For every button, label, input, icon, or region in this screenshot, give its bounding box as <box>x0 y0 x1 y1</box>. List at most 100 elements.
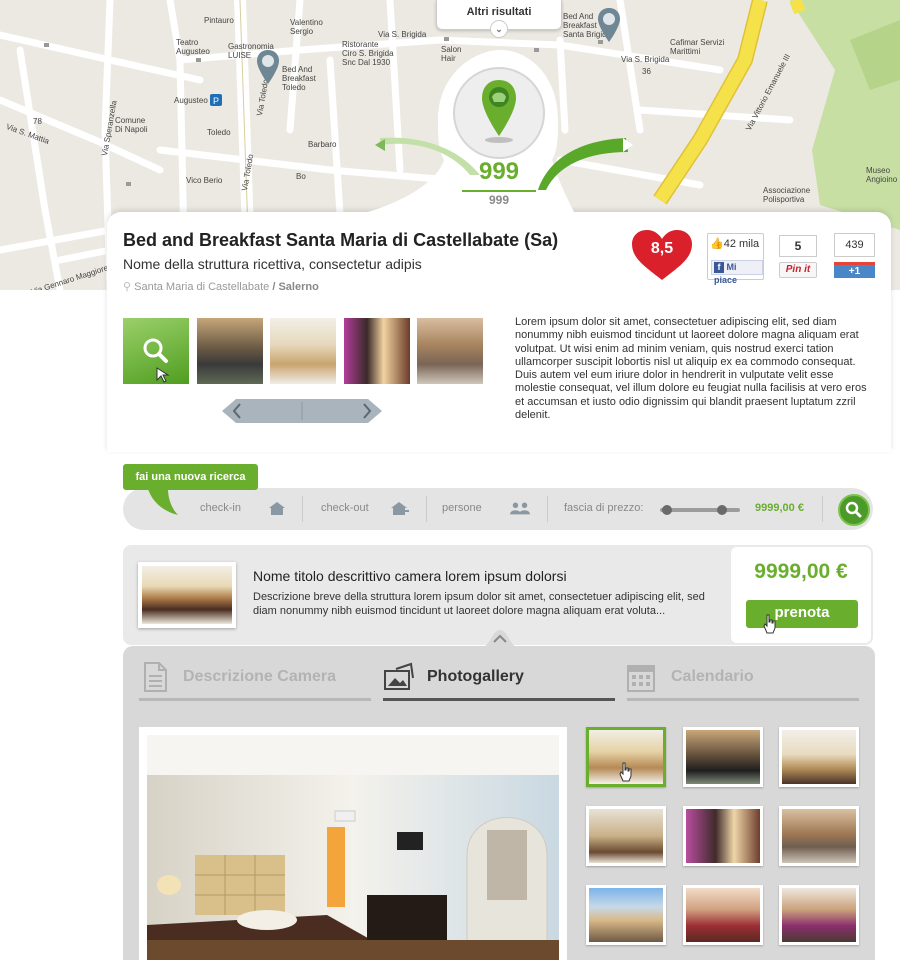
gallery-thumb[interactable] <box>586 885 666 945</box>
more-results-button[interactable]: Altri risultati ⌄ <box>436 0 562 38</box>
tab-underline-active <box>383 698 615 701</box>
facebook-like-count: 42 mila <box>723 238 760 250</box>
map-label: Barbaro <box>308 140 337 149</box>
tab-room-description[interactable]: Descrizione Camera <box>183 668 336 686</box>
map-label: 36 <box>642 67 651 76</box>
property-thumb[interactable] <box>417 318 483 384</box>
results-subcount: 999 <box>462 190 536 208</box>
listing-title: Bed and Breakfast Santa Maria di Castell… <box>123 230 559 250</box>
pinterest-widget[interactable]: 5 Pin it <box>779 235 819 280</box>
google-plus-widget[interactable]: 439 +1 <box>834 233 875 280</box>
next-result-arrow[interactable] <box>538 130 633 190</box>
map-label: Pintauro <box>204 16 234 25</box>
gallery-thumb[interactable] <box>779 806 859 866</box>
facebook-like-button[interactable]: f Mi piace <box>711 260 763 285</box>
search-divider <box>302 496 303 522</box>
listing-subtitle: Nome della struttura ricettiva, consecte… <box>123 256 422 272</box>
map-label: Teatro Augusteo <box>176 38 210 56</box>
gallery-thumb[interactable] <box>779 885 859 945</box>
calendar-icon <box>627 665 655 692</box>
tab-photogallery[interactable]: Photogallery <box>427 668 524 686</box>
price-slider-max-handle[interactable] <box>717 505 727 515</box>
price-range-slider[interactable] <box>660 508 740 512</box>
gallery-main-image <box>147 735 559 960</box>
price-range-value: 9999,00 € <box>755 502 804 514</box>
document-icon <box>144 662 167 692</box>
room-title[interactable]: Nome titolo descrittivo camera lorem ips… <box>253 568 567 584</box>
results-count: 999 <box>478 158 520 185</box>
map-label: Valentino Sergio <box>290 18 323 36</box>
search-divider <box>426 496 427 522</box>
map-marker-icon[interactable] <box>257 50 279 84</box>
rating-heart-icon: 8,5 <box>632 230 692 282</box>
persons-field[interactable]: persone <box>442 502 482 514</box>
location-region: / Salerno <box>272 281 319 293</box>
location-pin-icon: ⚲ <box>123 281 132 293</box>
facebook-icon: f <box>714 262 724 273</box>
tab-underline <box>627 698 859 701</box>
map-label: Comune Di Napoli <box>115 116 148 134</box>
thumbs-up-icon: 👍 <box>710 238 724 250</box>
people-icon <box>510 502 530 515</box>
gallery-thumb[interactable] <box>683 885 763 945</box>
checkin-field[interactable]: check-in <box>200 502 241 514</box>
hand-cursor-icon <box>619 762 632 782</box>
room-image[interactable] <box>138 562 236 628</box>
map-label: 78 <box>33 117 42 126</box>
thumb-carousel-nav[interactable] <box>222 399 382 423</box>
pinterest-count: 5 <box>779 235 817 257</box>
price-slider-min-handle[interactable] <box>662 505 672 515</box>
rating-score: 8,5 <box>650 240 674 257</box>
listing-location: ⚲ Santa Maria di Castellabate / Salerno <box>123 280 319 293</box>
property-thumb[interactable] <box>344 318 410 384</box>
google-plus-button[interactable]: +1 <box>834 262 875 278</box>
chevron-down-icon: ⌄ <box>490 20 508 38</box>
gallery-thumb[interactable] <box>683 727 763 787</box>
checkout-field[interactable]: check-out <box>321 502 369 514</box>
room-price: 9999,00 € <box>754 560 848 583</box>
svg-text:P: P <box>213 96 219 106</box>
gallery-main-photo[interactable] <box>139 727 567 960</box>
tab-underline <box>139 698 371 701</box>
hand-cursor-icon <box>763 614 776 634</box>
gallery-thumb[interactable] <box>683 806 763 866</box>
map-label: Museo Angioino <box>866 166 898 184</box>
listing-description: Lorem ipsum dolor sit amet, consectetuer… <box>515 316 867 422</box>
map-label: Via S. Brigida <box>378 30 427 39</box>
new-search-tail <box>148 489 178 515</box>
zoom-search-icon <box>143 338 170 383</box>
tab-calendar[interactable]: Calendario <box>671 668 754 686</box>
search-icon <box>845 501 862 518</box>
map-label: Bo <box>296 172 306 181</box>
more-results-label: Altri risultati <box>466 6 532 18</box>
price-range-label: fascia di prezzo: <box>564 502 644 514</box>
collapse-panel-button[interactable] <box>480 628 520 648</box>
house-out-icon <box>391 502 409 515</box>
search-submit-button[interactable] <box>838 494 870 526</box>
property-thumb[interactable] <box>270 318 336 384</box>
map-label: Cafimar Servizi Marittimi <box>670 38 725 56</box>
gallery-thumb-active[interactable] <box>586 727 666 787</box>
facebook-like-count-row: 👍42 mila <box>708 234 763 253</box>
house-in-icon <box>269 502 285 515</box>
map-label: Associazione Polisportiva <box>763 186 811 204</box>
map-label: Via S. Brigida <box>621 55 670 64</box>
facebook-like-widget[interactable]: 👍42 mila f Mi piace <box>707 233 764 285</box>
room-description: Descrizione breve della struttura lorem … <box>253 591 705 617</box>
google-plus-count: 439 <box>834 233 875 257</box>
map-marker-icon[interactable] <box>598 8 620 42</box>
search-divider <box>822 496 823 522</box>
map-label: Augusteo <box>174 96 208 105</box>
location-city: Santa Maria di Castellabate <box>134 281 270 293</box>
map-label: Toledo <box>207 128 231 137</box>
map-label: Bed And Breakfast Toledo <box>282 65 316 92</box>
property-thumb[interactable] <box>197 318 263 384</box>
selected-location-lens <box>453 67 545 159</box>
photo-gallery-icon <box>384 662 414 690</box>
search-divider <box>547 496 548 522</box>
property-thumb-active[interactable] <box>123 318 189 384</box>
new-search-button[interactable]: fai una nuova ricerca <box>123 464 258 490</box>
gallery-thumb[interactable] <box>586 806 666 866</box>
gallery-thumb[interactable] <box>779 727 859 787</box>
pinterest-button[interactable]: Pin it <box>779 262 817 278</box>
